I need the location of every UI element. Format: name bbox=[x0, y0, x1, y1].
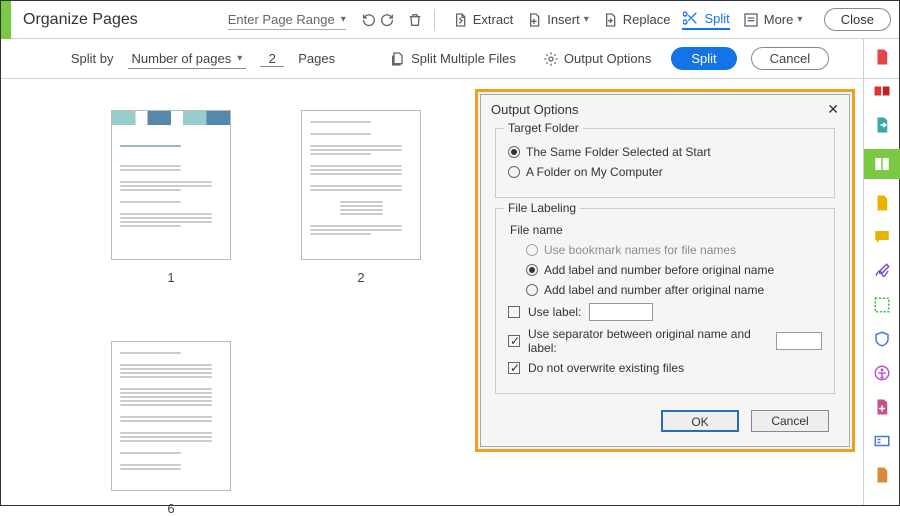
close-button[interactable]: Close bbox=[824, 8, 891, 31]
insert-label: Insert bbox=[547, 12, 580, 27]
page-thumb-1[interactable]: 1 bbox=[111, 110, 231, 285]
split-label: Split bbox=[704, 11, 729, 26]
page-thumb-2[interactable]: 2 bbox=[301, 110, 421, 285]
insert-icon bbox=[525, 11, 543, 29]
radio-my-computer[interactable]: A Folder on My Computer bbox=[508, 165, 822, 179]
radio-icon bbox=[508, 146, 520, 158]
page-range-placeholder: Enter Page Range bbox=[228, 12, 335, 27]
page-number: 1 bbox=[167, 270, 174, 285]
protect-icon[interactable] bbox=[872, 329, 892, 349]
page-thumb-6[interactable]: 6 bbox=[111, 341, 231, 516]
sign-icon[interactable] bbox=[872, 261, 892, 281]
chevron-down-icon: ▾ bbox=[584, 14, 589, 25]
radio-same-folder[interactable]: The Same Folder Selected at Start bbox=[508, 145, 822, 159]
rotate-cw-icon[interactable] bbox=[378, 11, 396, 29]
close-icon[interactable]: ✕ bbox=[827, 101, 839, 118]
comment-icon[interactable] bbox=[872, 227, 892, 247]
file-labeling-group: File Labeling File name Use bookmark nam… bbox=[495, 208, 835, 394]
ok-button[interactable]: OK bbox=[661, 410, 739, 432]
radio-icon bbox=[508, 166, 520, 178]
right-tool-rail bbox=[863, 39, 899, 505]
page-range-input[interactable]: Enter Page Range ▾ bbox=[228, 10, 346, 30]
more-button[interactable]: More ▾ bbox=[742, 11, 803, 29]
dialog-title: Output Options bbox=[491, 102, 578, 117]
radio-label: The Same Folder Selected at Start bbox=[526, 145, 711, 159]
file-name-label: File name bbox=[510, 223, 822, 237]
extract-label: Extract bbox=[473, 12, 513, 27]
app-accent-bar bbox=[1, 1, 11, 39]
prepare-form-icon[interactable] bbox=[872, 431, 892, 451]
split-mode-dropdown[interactable]: Number of pages ▾ bbox=[128, 49, 247, 69]
radio-label: Add label and number after original name bbox=[544, 283, 764, 297]
split-confirm-button[interactable]: Split bbox=[671, 47, 736, 70]
send-review-icon[interactable] bbox=[872, 465, 892, 485]
chevron-down-icon: ▾ bbox=[341, 14, 346, 25]
chevron-down-icon: ▾ bbox=[797, 14, 802, 25]
rotate-ccw-icon[interactable] bbox=[360, 11, 378, 29]
replace-label: Replace bbox=[623, 12, 671, 27]
split-by-label: Split by bbox=[71, 51, 114, 66]
cancel-button[interactable]: Cancel bbox=[751, 410, 829, 432]
radio-label: A Folder on My Computer bbox=[526, 165, 663, 179]
split-button[interactable]: Split bbox=[682, 9, 729, 30]
checkbox-label: Use label: bbox=[528, 305, 581, 319]
radio-icon bbox=[526, 264, 538, 276]
radio-label-after[interactable]: Add label and number after original name bbox=[526, 283, 822, 297]
checkbox-use-label[interactable] bbox=[508, 306, 520, 318]
scissors-icon bbox=[682, 9, 700, 27]
radio-label-before[interactable]: Add label and number before original nam… bbox=[526, 263, 822, 277]
radio-icon bbox=[526, 244, 538, 256]
top-toolbar: Organize Pages Enter Page Range ▾ Extrac… bbox=[1, 1, 899, 39]
radio-bookmark-names[interactable]: Use bookmark names for file names bbox=[526, 243, 822, 257]
target-folder-group: Target Folder The Same Folder Selected a… bbox=[495, 128, 835, 198]
label-input[interactable] bbox=[589, 303, 653, 321]
combine-icon[interactable] bbox=[872, 81, 892, 101]
extract-icon bbox=[451, 11, 469, 29]
output-options-label: Output Options bbox=[564, 51, 651, 66]
gear-icon bbox=[542, 50, 560, 68]
fill-sign-icon[interactable] bbox=[872, 193, 892, 213]
files-icon bbox=[389, 50, 407, 68]
enhance-pdf-icon[interactable] bbox=[872, 397, 892, 417]
page-number: 2 bbox=[357, 270, 364, 285]
more-label: More bbox=[764, 12, 794, 27]
output-options-dialog: Output Options ✕ Target Folder The Same … bbox=[475, 89, 855, 452]
separator-input[interactable] bbox=[776, 332, 822, 350]
checkbox-use-separator[interactable] bbox=[508, 335, 520, 347]
more-icon bbox=[742, 11, 760, 29]
accessibility-icon[interactable] bbox=[872, 363, 892, 383]
split-multiple-button[interactable]: Split Multiple Files bbox=[389, 50, 516, 68]
page-title: Organize Pages bbox=[23, 11, 138, 29]
pages-label: Pages bbox=[298, 51, 335, 66]
checkbox-no-overwrite[interactable] bbox=[508, 362, 520, 374]
split-cancel-button[interactable]: Cancel bbox=[751, 47, 829, 70]
chevron-down-icon: ▾ bbox=[237, 53, 242, 64]
page-count-input[interactable]: 2 bbox=[260, 51, 284, 67]
export-pdf-icon[interactable] bbox=[872, 115, 892, 135]
group-title: Target Folder bbox=[504, 121, 583, 135]
split-mode-value: Number of pages bbox=[132, 51, 232, 66]
replace-button[interactable]: Replace bbox=[601, 11, 671, 29]
checkbox-label: Do not overwrite existing files bbox=[528, 361, 684, 375]
split-subtoolbar: Split by Number of pages ▾ 2 Pages Split… bbox=[1, 39, 899, 79]
organize-pages-icon[interactable] bbox=[864, 149, 900, 179]
separator bbox=[434, 9, 435, 31]
trash-icon[interactable] bbox=[406, 11, 424, 29]
radio-label: Use bookmark names for file names bbox=[544, 243, 736, 257]
replace-icon bbox=[601, 11, 619, 29]
radio-label: Add label and number before original nam… bbox=[544, 263, 774, 277]
insert-button[interactable]: Insert ▾ bbox=[525, 11, 589, 29]
create-pdf-icon[interactable] bbox=[872, 47, 892, 67]
split-multiple-label: Split Multiple Files bbox=[411, 51, 516, 66]
radio-icon bbox=[526, 284, 538, 296]
extract-button[interactable]: Extract bbox=[451, 11, 513, 29]
page-number: 6 bbox=[167, 501, 174, 516]
output-options-button[interactable]: Output Options bbox=[542, 50, 651, 68]
checkbox-label: Use separator between original name and … bbox=[528, 327, 768, 355]
group-title: File Labeling bbox=[504, 201, 580, 215]
redact-icon[interactable] bbox=[872, 295, 892, 315]
